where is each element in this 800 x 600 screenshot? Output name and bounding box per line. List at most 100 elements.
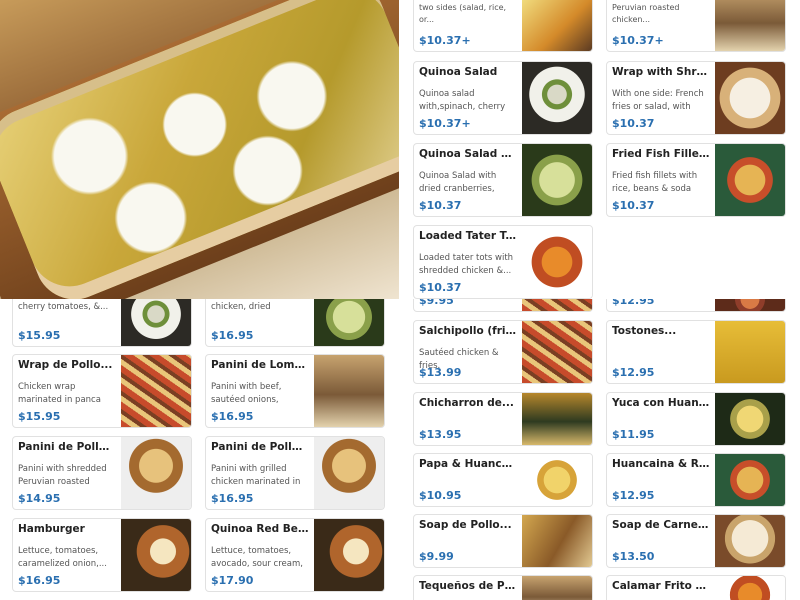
item-title: Huancaina & Ranc... [612, 458, 710, 470]
price: $10.37+ [419, 117, 471, 130]
menu-card[interactable]: Loaded Tater Tots Loaded tater tots with… [413, 225, 593, 299]
price: $13.50 [612, 550, 655, 563]
food-photo [121, 355, 191, 427]
food-photo [522, 299, 592, 311]
item-title: Quinoa Salad with... [419, 148, 517, 160]
price: $12.95 [612, 299, 655, 307]
price: $17.90 [211, 574, 254, 587]
item-title: Wrap with Shredd... [612, 66, 710, 78]
item-title: Panini de Lomo... [211, 359, 309, 371]
item-title: Quinoa Red Bean... [211, 523, 309, 535]
food-photo [715, 0, 785, 51]
item-title: Hamburger [18, 523, 85, 535]
food-photo [314, 437, 384, 509]
item-desc: Quinoa salad with,spinach, cherry tomato… [419, 89, 506, 112]
food-photo [522, 226, 592, 298]
menu-card[interactable]: Tequeños de Pollo ... [413, 575, 593, 600]
food-photo [121, 437, 191, 509]
item-title: Quinoa Salad [419, 66, 498, 78]
kinoa-logo-photo [715, 321, 785, 383]
price: $10.37+ [419, 34, 471, 47]
menu-card[interactable]: Papa & Huancaina... $10.95 [413, 453, 593, 507]
item-desc: Lettuce, tomatoes, caramelized onion,... [18, 546, 107, 569]
food-photo [522, 144, 592, 216]
menu-card[interactable]: Quinoa Salad with... Quinoa Salad with d… [413, 143, 593, 217]
food-photo [522, 576, 592, 600]
menu-card[interactable]: Soap de Pollo... $9.99 [413, 514, 593, 568]
food-photo [314, 299, 384, 346]
food-photo [715, 299, 785, 311]
menu-card[interactable]: Hamburger Lettuce, tomatoes, caramelized… [12, 518, 192, 592]
menu-card[interactable]: Yuca con Huancain... $11.95 [606, 392, 786, 446]
menu-card[interactable]: Panini with shredded Peruvian roasted ch… [606, 0, 786, 52]
menu-card[interactable]: Calamar Frito (... [606, 575, 786, 600]
price: $12.95 [612, 366, 655, 379]
item-desc: Quinoa Salad with dried cranberries, cuc… [419, 171, 497, 194]
item-title: Tostones... [612, 325, 677, 337]
price: $13.95 [419, 428, 462, 441]
price: $9.95 [419, 299, 454, 307]
menu-card[interactable]: Panini de Pollo a l... Panini with shred… [12, 436, 192, 510]
menu-card[interactable]: Huancaina & Ranc... $12.95 [606, 453, 786, 507]
item-title: Tequeños de Pollo ... [419, 580, 517, 592]
food-photo [121, 519, 191, 591]
food-photo [715, 454, 785, 506]
price: $11.95 [612, 428, 655, 441]
price: $16.95 [211, 410, 254, 423]
price: $15.95 [18, 329, 61, 342]
food-photo [522, 62, 592, 134]
menu-card[interactable]: Salchipollo (fries ... Sautéed chicken &… [413, 320, 593, 384]
menu-card[interactable]: Wrap with Shredd... With one side: Frenc… [606, 61, 786, 135]
price: $10.95 [419, 489, 462, 502]
item-title: Yuca con Huancain... [612, 397, 710, 409]
food-photo [522, 393, 592, 445]
food-photo [522, 515, 592, 567]
food-photo [715, 515, 785, 567]
food-photo [715, 393, 785, 445]
food-photo [522, 321, 592, 383]
menu-card[interactable]: Panini de Pollo a l... Panini with grill… [205, 436, 385, 510]
item-desc: Panini with shredded Peruvian roasted ch… [18, 464, 107, 487]
price: $10.37 [419, 281, 462, 294]
food-photo [314, 355, 384, 427]
item-desc: Quinoa salad, spinach, cherry tomatoes, … [18, 301, 109, 312]
price: $9.99 [419, 550, 454, 563]
menu-card[interactable]: $12.95 [606, 299, 786, 312]
menu-card[interactable]: Panini de Lomo... Panini with beef, saut… [205, 354, 385, 428]
menu-card[interactable]: Chicharron de... $13.95 [413, 392, 593, 446]
menu-card[interactable]: Quinoa salad, grilled chicken, dried cra… [205, 299, 385, 347]
price: $14.95 [18, 492, 61, 505]
menu-card[interactable]: Fried Fish Fillets Fried fish fillets wi… [606, 143, 786, 217]
item-title: Soap de Carne (Be... [612, 519, 710, 531]
price: $10.37 [612, 199, 655, 212]
item-title: Loaded Tater Tots [419, 230, 517, 242]
price: $16.95 [18, 574, 61, 587]
menu-card[interactable]: 1/4 roasted chicken with two sides (sala… [413, 0, 593, 52]
menu-card[interactable]: Tostones... $12.95 [606, 320, 786, 384]
price: $10.37+ [612, 34, 664, 47]
price: $10.37 [612, 117, 655, 130]
item-desc: Loaded tater tots with shredded chicken … [419, 253, 514, 276]
item-title: Panini de Pollo a l... [211, 441, 309, 453]
menu-card[interactable]: Quinoa Red Bean... Lettuce, tomatoes, av… [205, 518, 385, 592]
top-right-menu: 1/4 roasted chicken with two sides (sala… [400, 0, 800, 299]
price: $13.99 [419, 366, 462, 379]
item-title: Panini de Pollo a l... [18, 441, 116, 453]
item-desc: Lettuce, tomatoes, avocado, sour cream, … [211, 546, 303, 569]
food-photo [715, 576, 785, 600]
food-photo [314, 519, 384, 591]
menu-card[interactable]: Wrap de Pollo... Chicken wrap marinated … [12, 354, 192, 428]
bottom-right-menu: $9.95 $12.95 Salchipollo (fries ... Saut… [400, 299, 800, 600]
price: $12.95 [612, 489, 655, 502]
price: $15.95 [18, 410, 61, 423]
item-desc: Panini with grilled chicken marinated in… [211, 464, 301, 487]
item-title: Salchipollo (fries ... [419, 325, 517, 337]
hero-food-photo [0, 0, 399, 299]
menu-card[interactable]: Quinoa salad, spinach, cherry tomatoes, … [12, 299, 192, 347]
menu-card[interactable]: Quinoa Salad Quinoa salad with,spinach, … [413, 61, 593, 135]
menu-card[interactable]: Soap de Carne (Be... $13.50 [606, 514, 786, 568]
menu-card[interactable]: $9.95 [413, 299, 593, 312]
price: $16.95 [211, 492, 254, 505]
item-desc: Chicken wrap marinated in panca sauce, p… [18, 382, 101, 405]
item-title: Calamar Frito (... [612, 580, 710, 592]
